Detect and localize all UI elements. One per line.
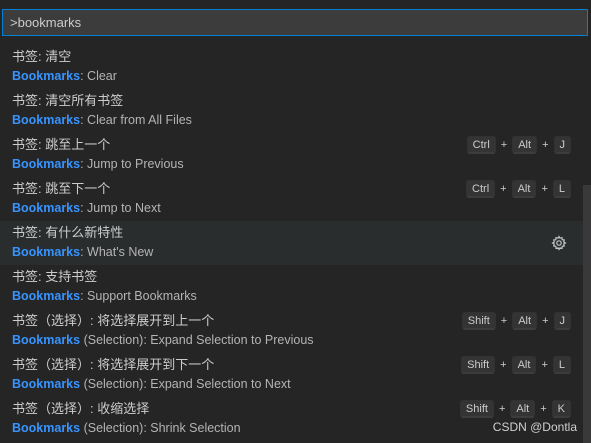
command-item[interactable]: 书签: 有什么新特性 Bookmarks: What's New (0, 221, 583, 265)
gear-icon[interactable] (551, 235, 567, 251)
match-highlight: Bookmarks (12, 245, 81, 259)
key-separator: + (540, 403, 547, 415)
detail-text: (Selection): Expand Selection to Next (80, 377, 291, 391)
command-item-label: 书签: 支持书签 (12, 269, 98, 284)
key-separator: + (500, 315, 508, 327)
detail-text: (Selection): Shrink Selection (80, 421, 241, 435)
match-highlight: Bookmarks (12, 69, 81, 83)
command-input-box[interactable] (2, 9, 588, 36)
command-item-detail: Bookmarks: Jump to Next (12, 200, 161, 217)
scrollbar-thumb[interactable] (583, 185, 591, 443)
key-separator: + (542, 139, 549, 151)
match-highlight: Bookmarks (12, 333, 81, 347)
keybinding: Shift + Alt + J (461, 312, 571, 330)
key-cap: K (551, 400, 571, 418)
keybinding: Shift + Alt + L (461, 356, 571, 374)
command-item-detail: Bookmarks: Clear (12, 68, 117, 85)
command-item-detail: Bookmarks: What's New (12, 244, 153, 261)
command-item-label: 书签: 跳至下一个 (12, 181, 111, 196)
command-item-label: 书签: 跳至上一个 (12, 137, 111, 152)
key-cap: Shift (461, 356, 496, 374)
key-cap: Alt (511, 180, 537, 198)
command-input[interactable] (10, 15, 580, 30)
key-cap: J (553, 136, 571, 154)
match-highlight: Bookmarks (12, 289, 81, 303)
key-cap: L (552, 180, 571, 198)
detail-text: : Clear (80, 69, 117, 83)
detail-text: (Selection): Expand Selection to Previou… (80, 333, 314, 347)
match-highlight: Bookmarks (12, 201, 81, 215)
command-item-detail: Bookmarks (Selection): Shrink Selection (12, 420, 241, 437)
command-item[interactable]: 书签: 清空 Bookmarks: Clear (0, 45, 583, 89)
command-item[interactable]: 书签（选择）: 收缩选择 Bookmarks (Selection): Shrin… (0, 397, 583, 441)
command-item-detail: Bookmarks: Clear from All Files (12, 112, 192, 129)
command-item[interactable]: 书签（选择）: 将选择展开到下一个 Bookmarks (Selection): … (0, 353, 583, 397)
command-item[interactable]: 书签: 跳至上一个 Bookmarks: Jump to Previous Ctrl… (0, 133, 583, 177)
command-item-detail: Bookmarks: Support Bookmarks (12, 288, 197, 305)
detail-text: : Support Bookmarks (80, 289, 197, 303)
command-results-list: 书签: 清空 Bookmarks: Clear 书签: 清空所有书签 Bookmark… (0, 45, 583, 443)
key-cap: Alt (511, 356, 537, 374)
command-item-label: 书签（选择）: 收缩选择 (12, 401, 150, 416)
key-separator: + (498, 403, 506, 415)
command-item[interactable]: 书签: 支持书签 Bookmarks: Support Bookmarks (0, 265, 583, 309)
key-cap: L (552, 356, 571, 374)
command-item[interactable]: 书签（选择）: 将选择展开到上一个 Bookmarks (Selection): … (0, 309, 583, 353)
key-cap: Ctrl (466, 136, 496, 154)
command-item-label: 书签: 有什么新特性 (12, 225, 124, 240)
key-cap: Alt (510, 400, 536, 418)
match-highlight: Bookmarks (12, 377, 81, 391)
command-item[interactable]: 书签: 清空所有书签 Bookmarks: Clear from All File… (0, 89, 583, 133)
command-item-label: 书签: 清空所有书签 (12, 93, 124, 108)
scrollbar[interactable] (577, 45, 591, 443)
detail-text: : Jump to Previous (80, 157, 184, 171)
key-separator: + (500, 183, 507, 195)
detail-text: : Clear from All Files (80, 113, 192, 127)
key-separator: + (542, 315, 549, 327)
command-item-label: 书签: 清空 (12, 49, 72, 64)
key-separator: + (541, 359, 548, 371)
key-separator: + (541, 183, 548, 195)
key-separator: + (500, 359, 507, 371)
match-highlight: Bookmarks (12, 113, 81, 127)
key-cap: J (553, 312, 571, 330)
command-item-label: 书签（选择）: 将选择展开到下一个 (12, 357, 215, 372)
command-item-label: 书签（选择）: 将选择展开到上一个 (12, 313, 215, 328)
match-highlight: Bookmarks (12, 421, 81, 435)
command-palette: 书签: 清空Bookmarks: Clear书签: 清空所有书签Bookmark… (0, 0, 591, 443)
command-item-detail: Bookmarks: Jump to Previous (12, 156, 184, 173)
keybinding: Ctrl + Alt + L (466, 180, 571, 198)
key-cap: Shift (459, 400, 494, 418)
command-item-detail: Bookmarks (Selection): Expand Selection … (12, 376, 291, 393)
detail-text: : Jump to Next (80, 201, 161, 215)
key-cap: Shift (461, 312, 496, 330)
keybinding: Ctrl + Alt + J (466, 136, 571, 154)
keybinding: Shift + Alt + K (459, 400, 571, 418)
detail-text: : What's New (80, 245, 154, 259)
command-item-detail: Bookmarks (Selection): Expand Selection … (12, 332, 314, 349)
command-item[interactable]: 书签: 跳至下一个 Bookmarks: Jump to Next Ctrl + Alt… (0, 177, 583, 221)
key-cap: Alt (512, 312, 538, 330)
watermark: CSDN @Dontla (492, 420, 577, 434)
key-cap: Ctrl (466, 180, 496, 198)
key-cap: Alt (512, 136, 538, 154)
key-separator: + (500, 139, 508, 151)
match-highlight: Bookmarks (12, 157, 81, 171)
